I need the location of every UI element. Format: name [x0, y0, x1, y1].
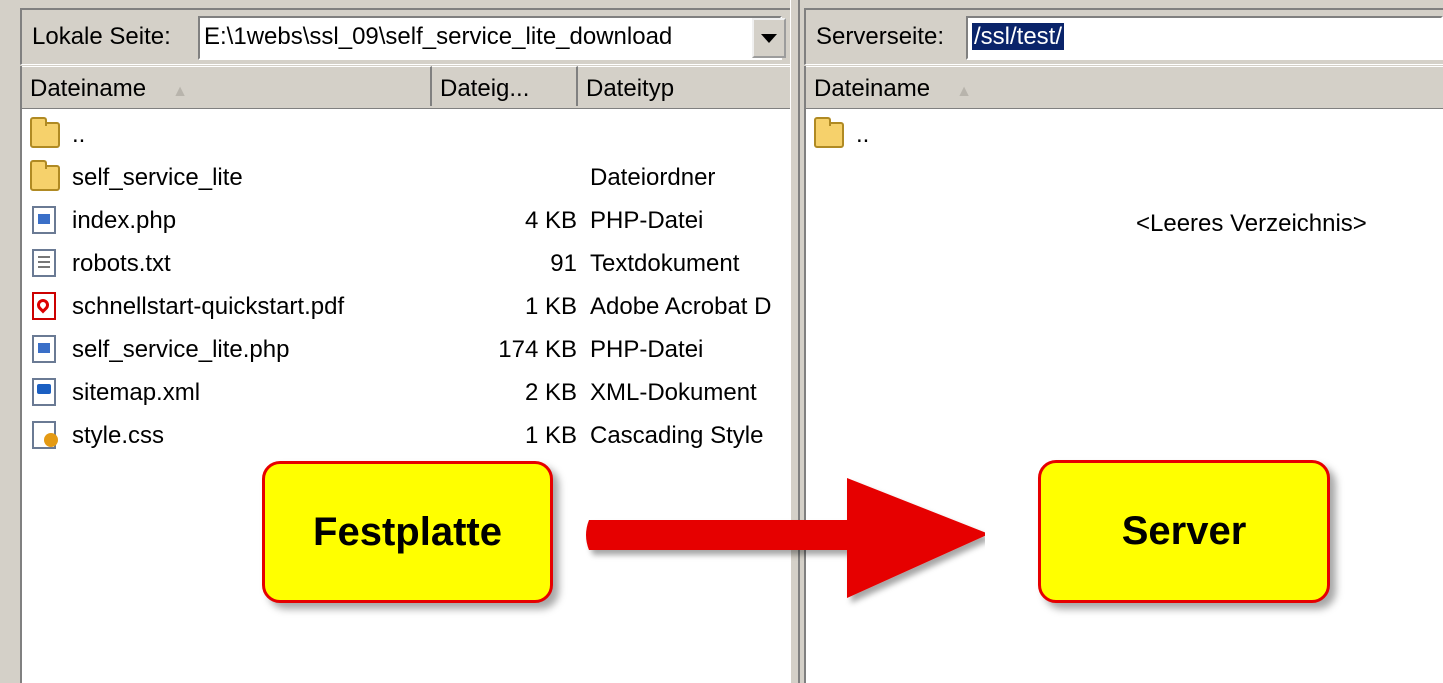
list-item[interactable]: ..: [806, 114, 1443, 156]
column-header-filename-label: Dateiname: [814, 75, 931, 102]
pdf-file-icon: [32, 292, 56, 320]
file-name: index.php: [72, 207, 177, 234]
list-item[interactable]: robots.txt 91 Textdokument: [22, 243, 790, 285]
local-list-header: Dateiname ▲ Dateig... Dateityp: [22, 66, 798, 109]
list-item[interactable]: sitemap.xml 2 KB XML-Dokument: [22, 372, 790, 414]
file-type: Textdokument: [590, 250, 740, 277]
file-size: 1 KB: [524, 422, 577, 449]
folder-icon: [30, 160, 60, 191]
remote-list-header: Dateiname ▲: [806, 66, 1443, 109]
empty-directory-text: <Leeres Verzeichnis>: [1136, 210, 1367, 237]
local-path-combobox[interactable]: E:\1webs\ssl_09\self_service_lite_downlo…: [198, 16, 782, 60]
folder-icon: [814, 117, 844, 148]
file-name: self_service_lite: [72, 164, 243, 191]
file-name: style.css: [72, 422, 165, 449]
column-header-filename[interactable]: Dateiname ▲: [806, 66, 1443, 106]
list-item[interactable]: style.css 1 KB Cascading Style: [22, 415, 790, 457]
column-header-filetype[interactable]: Dateityp: [578, 66, 798, 106]
list-item[interactable]: self_service_lite.php 174 KB PHP-Datei: [22, 329, 790, 371]
column-header-filesize[interactable]: Dateig...: [432, 66, 578, 106]
php-file-icon: [32, 335, 56, 363]
callout-festplatte: Festplatte: [262, 461, 553, 603]
text-file-icon: [32, 249, 56, 277]
file-name: ..: [72, 121, 86, 148]
chevron-down-icon: [761, 33, 777, 43]
local-path-bar: Lokale Seite: E:\1webs\ssl_09\self_servi…: [20, 8, 790, 65]
list-item[interactable]: self_service_lite Dateiordner: [22, 157, 790, 199]
file-name: robots.txt: [72, 250, 171, 277]
file-size: 1 KB: [524, 293, 577, 320]
list-item[interactable]: index.php 4 KB PHP-Datei: [22, 200, 790, 242]
remote-path-label: Serverseite:: [816, 23, 945, 50]
file-type: PHP-Datei: [590, 336, 704, 363]
file-type: Adobe Acrobat D: [590, 293, 772, 320]
sort-ascending-icon: ▲: [956, 83, 972, 100]
file-type: XML-Dokument: [590, 379, 757, 406]
column-header-filename-label: Dateiname: [30, 75, 147, 102]
folder-icon: [30, 117, 60, 148]
column-header-filename[interactable]: Dateiname ▲: [22, 66, 432, 106]
remote-path-input[interactable]: /ssl/test/: [966, 16, 1443, 60]
file-type: Cascading Style: [590, 422, 764, 449]
callout-server: Server: [1038, 460, 1330, 603]
xml-file-icon: [32, 378, 56, 406]
file-size: 4 KB: [524, 207, 577, 234]
list-item[interactable]: schnellstart-quickstart.pdf 1 KB Adobe Acr…: [22, 286, 790, 328]
remote-path-bar: Serverseite: /ssl/test/: [804, 8, 1443, 65]
file-size: 174 KB: [498, 336, 577, 363]
sort-ascending-icon: ▲: [172, 83, 188, 100]
file-type: PHP-Datei: [590, 207, 704, 234]
arrow-right-icon: [586, 478, 985, 598]
file-name: schnellstart-quickstart.pdf: [72, 293, 345, 320]
file-name: self_service_lite.php: [72, 336, 290, 363]
list-item[interactable]: ..: [22, 114, 790, 156]
file-size: 2 KB: [524, 379, 577, 406]
file-type: Dateiordner: [590, 164, 716, 191]
remote-path-selected-text: /ssl/test/: [972, 23, 1065, 50]
file-size: 91: [550, 250, 577, 277]
local-path-label: Lokale Seite:: [32, 23, 171, 50]
php-file-icon: [32, 206, 56, 234]
file-name: sitemap.xml: [72, 379, 201, 406]
css-file-icon: [32, 421, 58, 449]
local-path-dropdown-button[interactable]: [752, 18, 786, 58]
file-name: ..: [856, 121, 870, 148]
